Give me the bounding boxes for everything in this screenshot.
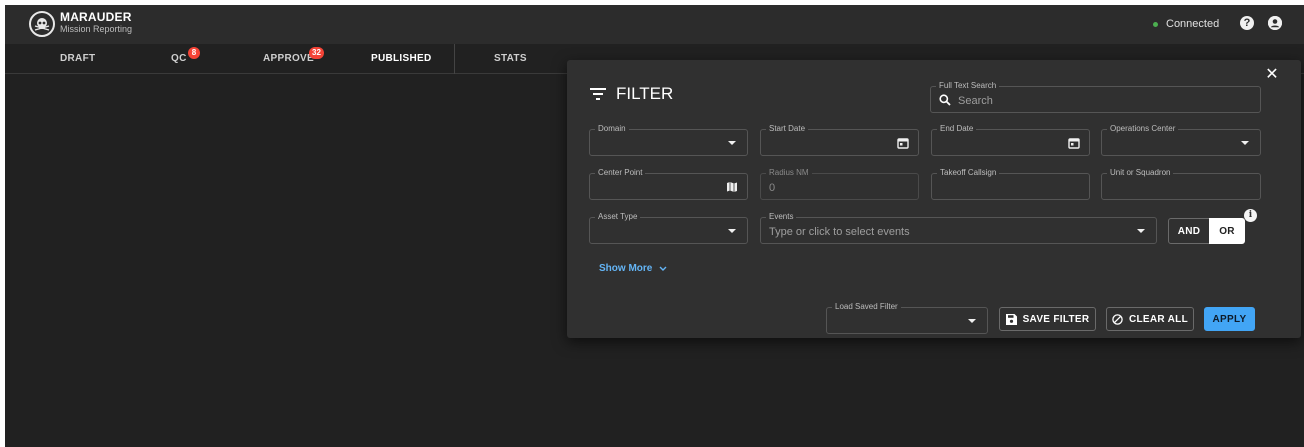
qc-count-badge: 8	[188, 47, 200, 59]
tab-published[interactable]: PUBLISHED	[371, 44, 431, 74]
tab-label: PUBLISHED	[371, 53, 432, 64]
filter-title: FILTER	[590, 84, 673, 104]
help-icon[interactable]: ?	[1240, 16, 1254, 30]
tab-approve[interactable]: APPROVE	[263, 44, 314, 74]
asset-type-select[interactable]: Asset Type	[589, 211, 748, 244]
info-icon[interactable]: i	[1244, 209, 1257, 222]
field-label: Takeoff Callsign	[937, 167, 1000, 178]
chevron-down-icon	[659, 266, 667, 271]
dropdown-arrow-icon	[1134, 224, 1148, 238]
clear-all-label: CLEAR ALL	[1129, 313, 1188, 325]
clear-all-button[interactable]: CLEAR ALL	[1106, 307, 1194, 331]
start-date-field[interactable]: Start Date	[760, 123, 919, 156]
or-toggle[interactable]: OR	[1209, 218, 1245, 244]
full-text-search-field[interactable]: Full Text Search Search	[930, 80, 1261, 113]
events-input[interactable]: Type or click to select events	[769, 226, 910, 238]
domain-select[interactable]: Domain	[589, 123, 748, 156]
load-saved-filter-select[interactable]: Load Saved Filter	[826, 301, 988, 334]
filter-icon	[590, 88, 606, 100]
field-label: Load Saved Filter	[832, 301, 901, 312]
end-date-field[interactable]: End Date	[931, 123, 1090, 156]
app-subtitle: Mission Reporting	[60, 24, 133, 34]
operations-center-select[interactable]: Operations Center	[1101, 123, 1261, 156]
dropdown-arrow-icon	[725, 224, 739, 238]
tab-label: QC	[171, 53, 187, 64]
app-window: MARAUDER Mission Reporting Connected ? D…	[5, 5, 1304, 447]
tab-divider	[454, 44, 455, 74]
center-point-field[interactable]: Center Point	[589, 167, 748, 200]
save-filter-label: SAVE FILTER	[1022, 313, 1090, 325]
takeoff-callsign-field[interactable]: Takeoff Callsign	[931, 167, 1090, 200]
tab-label: APPROVE	[263, 53, 315, 64]
field-label: Asset Type	[595, 211, 641, 222]
radius-field[interactable]: Radius NM 0	[760, 167, 919, 200]
tab-label: STATS	[494, 53, 527, 64]
dropdown-arrow-icon	[1238, 136, 1252, 150]
search-icon	[939, 94, 951, 106]
tab-label: DRAFT	[60, 53, 96, 64]
radius-value[interactable]: 0	[769, 182, 775, 194]
field-label: Events	[766, 211, 797, 222]
show-more-link[interactable]: Show More	[599, 263, 667, 274]
map-icon[interactable]	[725, 180, 739, 194]
save-icon	[1005, 313, 1017, 325]
top-bar: MARAUDER Mission Reporting Connected ?	[5, 5, 1304, 44]
filter-panel: ✕ FILTER Full Text Search Search Domain	[567, 60, 1301, 338]
dropdown-arrow-icon	[725, 136, 739, 150]
clear-icon	[1112, 313, 1123, 325]
apply-button[interactable]: APPLY	[1204, 307, 1255, 331]
field-label: Start Date	[766, 123, 809, 134]
filter-title-label: FILTER	[616, 84, 674, 103]
field-label: Domain	[595, 123, 629, 134]
search-input[interactable]: Search	[958, 95, 993, 107]
account-icon[interactable]	[1268, 16, 1282, 30]
tab-qc[interactable]: QC	[171, 44, 187, 74]
field-label: End Date	[937, 123, 977, 134]
app-title: MARAUDER	[60, 10, 132, 24]
status-label: Connected	[1166, 18, 1220, 30]
show-more-label: Show More	[599, 263, 653, 274]
field-label: Full Text Search	[936, 80, 1000, 91]
connection-status: Connected	[1153, 18, 1219, 30]
approve-count-badge: 32	[309, 47, 324, 59]
tab-draft[interactable]: DRAFT	[60, 44, 95, 74]
and-toggle[interactable]: AND	[1168, 218, 1210, 244]
save-filter-button[interactable]: SAVE FILTER	[999, 307, 1096, 331]
calendar-icon[interactable]	[1067, 136, 1081, 150]
unit-squadron-field[interactable]: Unit or Squadron	[1101, 167, 1261, 200]
app-brand: MARAUDER Mission Reporting	[60, 11, 132, 35]
events-select[interactable]: Events Type or click to select events	[760, 211, 1157, 244]
skull-logo-icon[interactable]	[29, 11, 55, 37]
status-dot-icon	[1153, 21, 1158, 27]
field-label: Radius NM	[766, 167, 812, 178]
field-label: Operations Center	[1107, 123, 1179, 134]
field-label: Unit or Squadron	[1107, 167, 1174, 178]
dropdown-arrow-icon	[965, 314, 979, 328]
field-label: Center Point	[595, 167, 646, 178]
tab-stats[interactable]: STATS	[494, 44, 527, 74]
close-icon[interactable]: ✕	[1264, 67, 1280, 83]
calendar-icon[interactable]	[896, 136, 910, 150]
